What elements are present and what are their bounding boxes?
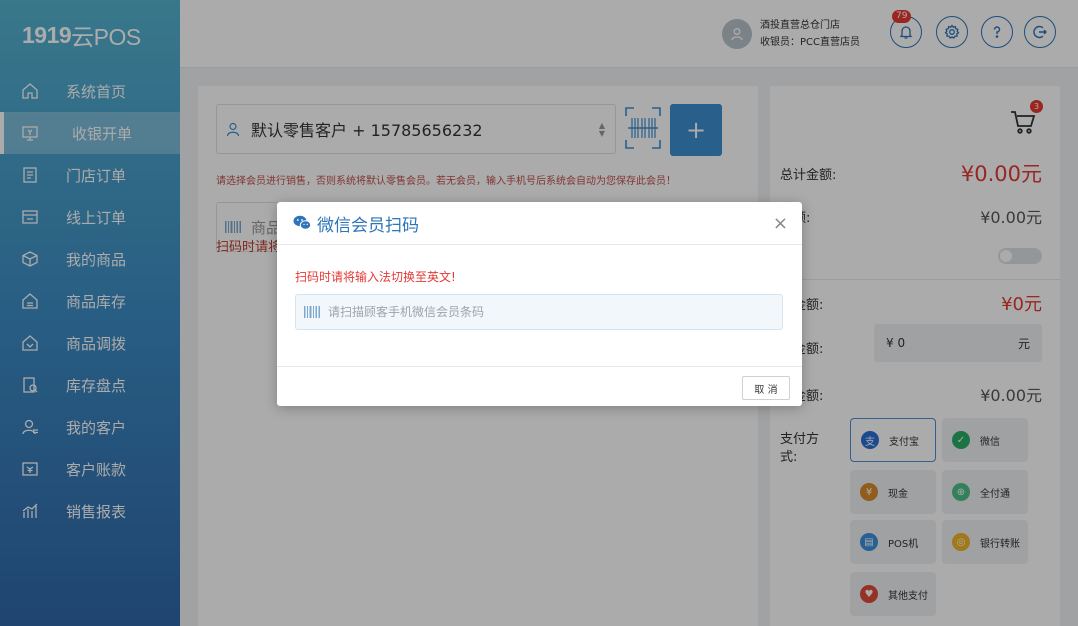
member-barcode-input[interactable] <box>328 305 768 319</box>
cancel-button[interactable]: 取 消 <box>742 376 790 400</box>
barcode-icon <box>304 306 320 318</box>
modal-footer: 取 消 <box>277 366 802 406</box>
close-icon[interactable]: × <box>773 213 788 234</box>
modal-warning: 扫码时请将输入法切换至英文! <box>295 270 456 284</box>
member-barcode-field[interactable] <box>295 294 783 330</box>
modal-header: 微信会员扫码 × <box>277 202 802 245</box>
wechat-member-scan-dialog: 微信会员扫码 × 扫码时请将输入法切换至英文! 取 消 <box>277 202 802 406</box>
modal-title: 微信会员扫码 <box>317 215 419 236</box>
wechat-icon <box>293 215 311 230</box>
